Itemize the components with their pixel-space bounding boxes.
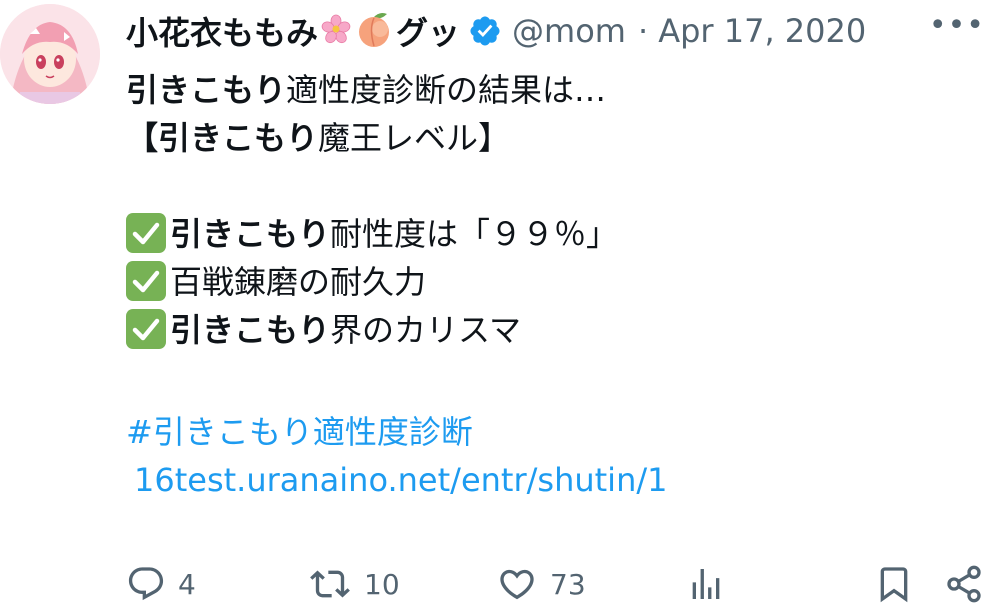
tweet-text: 引きこもり適性度診断の結果は… 【引きこもり魔王レベル】 引きこもり耐性度は「９… <box>126 66 966 504</box>
bracket-open: 【 <box>126 119 159 157</box>
text-segment: 百戦錬磨の耐久力 <box>170 263 427 301</box>
hashtag-line: #引きこもり適性度診断 <box>126 408 966 456</box>
tweet-header: 小花衣ももみ グッ @mom · Apr 17, 2020 <box>126 8 983 54</box>
verified-badge-icon <box>470 16 500 46</box>
timestamp[interactable]: Apr 17, 2020 <box>658 12 866 50</box>
avatar[interactable] <box>0 4 100 104</box>
hashtag-link[interactable]: #引きこもり適性度診断 <box>126 413 473 451</box>
handle[interactable]: @mom <box>512 12 626 50</box>
heart-icon <box>500 569 534 600</box>
like-count: 73 <box>550 567 586 601</box>
text-segment: 耐性度は「９９％」 <box>330 215 619 253</box>
reply-icon <box>128 567 164 601</box>
check-mark-icon <box>126 309 166 349</box>
like-button[interactable]: 73 <box>496 564 586 604</box>
bold-keyword: 引きこもり <box>126 71 287 109</box>
views-button[interactable] <box>686 564 726 604</box>
check-mark-icon <box>126 213 166 253</box>
check-line-3: 引きこもり界のカリスマ <box>126 306 966 354</box>
check-line-1: 引きこもり耐性度は「９９％」 <box>126 210 966 258</box>
reply-count: 4 <box>178 567 196 601</box>
bookmark-button[interactable] <box>874 564 914 604</box>
check-mark-icon <box>126 261 166 301</box>
bold-keyword: 引きこもり <box>170 311 331 349</box>
retweet-count: 10 <box>364 567 400 601</box>
share-button[interactable] <box>944 564 984 604</box>
check-line-2: 百戦錬磨の耐久力 <box>126 258 966 306</box>
url-line: 16test.uranaino.net/entr/shutin/1 <box>126 456 966 504</box>
handle-container: @mom <box>512 12 632 50</box>
text-line-2: 【引きこもり魔王レベル】 <box>126 114 966 162</box>
text-segment: 適性度診断の結果は… <box>286 71 607 109</box>
bold-keyword: 引きこもり <box>158 119 319 157</box>
reply-button[interactable]: 4 <box>126 564 196 604</box>
display-name-suffix[interactable]: グッ <box>396 8 460 54</box>
retweet-icon <box>310 570 350 598</box>
separator-dot: · <box>638 12 649 50</box>
tweet-actions: 4 10 73 <box>126 564 988 612</box>
text-segment: 界のカリスマ <box>330 311 522 349</box>
external-link[interactable]: 16test.uranaino.net/entr/shutin/1 <box>134 461 667 499</box>
views-chart-icon <box>692 569 720 599</box>
text-segment: 魔王レベル】 <box>318 119 511 157</box>
bookmark-icon <box>880 567 908 603</box>
bold-keyword: 引きこもり <box>170 215 331 253</box>
retweet-button[interactable]: 10 <box>308 564 400 604</box>
display-name[interactable]: 小花衣ももみ <box>126 8 318 54</box>
more-options-icon[interactable]: ••• <box>929 8 985 43</box>
cherry-blossom-icon <box>321 14 351 48</box>
peach-icon <box>354 9 394 53</box>
share-icon <box>947 565 981 603</box>
text-line-1: 引きこもり適性度診断の結果は… <box>126 66 966 114</box>
